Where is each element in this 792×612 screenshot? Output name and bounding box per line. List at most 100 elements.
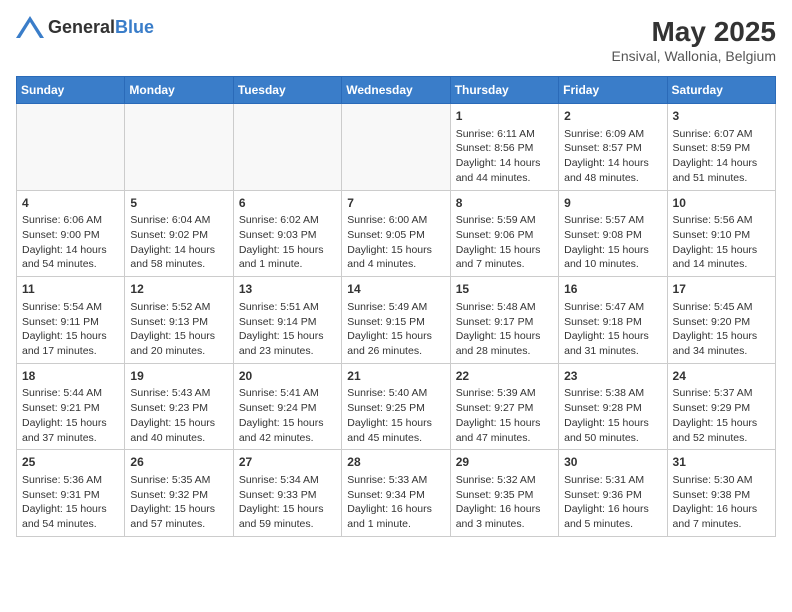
day-number: 18 <box>22 368 119 385</box>
calendar-cell: 29Sunrise: 5:32 AM Sunset: 9:35 PM Dayli… <box>450 450 558 537</box>
day-info: Sunrise: 5:57 AM Sunset: 9:08 PM Dayligh… <box>564 213 661 272</box>
day-of-week-header: Monday <box>125 77 233 104</box>
day-number: 12 <box>130 281 227 298</box>
day-number: 20 <box>239 368 336 385</box>
calendar-cell: 21Sunrise: 5:40 AM Sunset: 9:25 PM Dayli… <box>342 363 450 450</box>
page-header: GeneralBlue May 2025 Ensival, Wallonia, … <box>16 16 776 64</box>
day-info: Sunrise: 5:52 AM Sunset: 9:13 PM Dayligh… <box>130 300 227 359</box>
day-info: Sunrise: 5:44 AM Sunset: 9:21 PM Dayligh… <box>22 386 119 445</box>
day-number: 13 <box>239 281 336 298</box>
calendar-cell: 17 Sunrise: 5:45 AM Sunset: 9:20 PM Dayli… <box>667 277 775 364</box>
day-info: Sunrise: 6:00 AM Sunset: 9:05 PM Dayligh… <box>347 213 444 272</box>
day-info: Sunrise: 6:07 AM Sunset: 8:59 PM Dayligh… <box>673 127 770 186</box>
day-of-week-header: Friday <box>559 77 667 104</box>
day-number: 1 <box>456 108 553 125</box>
day-info: Sunrise: 6:02 AM Sunset: 9:03 PM Dayligh… <box>239 213 336 272</box>
calendar-week-row: 25Sunrise: 5:36 AM Sunset: 9:31 PM Dayli… <box>17 450 776 537</box>
day-info: Sunrise: 5:51 AM Sunset: 9:14 PM Dayligh… <box>239 300 336 359</box>
calendar-cell: 26 Sunrise: 5:35 AM Sunset: 9:32 PM Dayli… <box>125 450 233 537</box>
day-number: 30 <box>564 454 661 471</box>
day-info: Sunrise: 5:36 AM Sunset: 9:31 PM Dayligh… <box>22 473 119 532</box>
calendar-week-row: 18Sunrise: 5:44 AM Sunset: 9:21 PM Dayli… <box>17 363 776 450</box>
calendar-cell: 16 Sunrise: 5:47 AM Sunset: 9:18 PM Dayli… <box>559 277 667 364</box>
calendar-cell: 14Sunrise: 5:49 AM Sunset: 9:15 PM Dayli… <box>342 277 450 364</box>
day-info: Sunrise: 5:30 AM Sunset: 9:38 PM Dayligh… <box>673 473 770 532</box>
day-number: 14 <box>347 281 444 298</box>
calendar-cell: 19Sunrise: 5:43 AM Sunset: 9:23 PM Dayli… <box>125 363 233 450</box>
day-info: Sunrise: 6:06 AM Sunset: 9:00 PM Dayligh… <box>22 213 119 272</box>
day-info: Sunrise: 5:47 AM Sunset: 9:18 PM Dayligh… <box>564 300 661 359</box>
day-info: Sunrise: 5:59 AM Sunset: 9:06 PM Dayligh… <box>456 213 553 272</box>
day-number: 26 <box>130 454 227 471</box>
day-number: 10 <box>673 195 770 212</box>
calendar-body: 1 Sunrise: 6:11 AM Sunset: 8:56 PM Daylig… <box>17 104 776 537</box>
calendar-cell: 23Sunrise: 5:38 AM Sunset: 9:28 PM Dayli… <box>559 363 667 450</box>
day-number: 17 <box>673 281 770 298</box>
calendar-cell <box>233 104 341 191</box>
day-number: 27 <box>239 454 336 471</box>
day-number: 28 <box>347 454 444 471</box>
day-number: 8 <box>456 195 553 212</box>
day-info: Sunrise: 5:31 AM Sunset: 9:36 PM Dayligh… <box>564 473 661 532</box>
day-number: 3 <box>673 108 770 125</box>
logo: GeneralBlue <box>16 16 154 38</box>
calendar-cell: 24Sunrise: 5:37 AM Sunset: 9:29 PM Dayli… <box>667 363 775 450</box>
calendar-cell: 7Sunrise: 6:00 AM Sunset: 9:05 PM Daylig… <box>342 190 450 277</box>
calendar-cell <box>125 104 233 191</box>
calendar-cell: 31 Sunrise: 5:30 AM Sunset: 9:38 PM Dayli… <box>667 450 775 537</box>
calendar-cell: 27 Sunrise: 5:34 AM Sunset: 9:33 PM Dayli… <box>233 450 341 537</box>
calendar-cell: 28Sunrise: 5:33 AM Sunset: 9:34 PM Dayli… <box>342 450 450 537</box>
calendar-week-row: 11 Sunrise: 5:54 AM Sunset: 9:11 PM Dayli… <box>17 277 776 364</box>
calendar-cell: 9Sunrise: 5:57 AM Sunset: 9:08 PM Daylig… <box>559 190 667 277</box>
day-number: 7 <box>347 195 444 212</box>
day-number: 16 <box>564 281 661 298</box>
day-info: Sunrise: 5:41 AM Sunset: 9:24 PM Dayligh… <box>239 386 336 445</box>
day-number: 23 <box>564 368 661 385</box>
day-of-week-header: Wednesday <box>342 77 450 104</box>
day-number: 2 <box>564 108 661 125</box>
day-of-week-header: Saturday <box>667 77 775 104</box>
calendar-week-row: 4Sunrise: 6:06 AM Sunset: 9:00 PM Daylig… <box>17 190 776 277</box>
day-info: Sunrise: 5:43 AM Sunset: 9:23 PM Dayligh… <box>130 386 227 445</box>
calendar-week-row: 1 Sunrise: 6:11 AM Sunset: 8:56 PM Daylig… <box>17 104 776 191</box>
day-of-week-header: Thursday <box>450 77 558 104</box>
location-subtitle: Ensival, Wallonia, Belgium <box>612 48 776 64</box>
day-info: Sunrise: 5:34 AM Sunset: 9:33 PM Dayligh… <box>239 473 336 532</box>
logo-icon <box>16 16 44 38</box>
day-info: Sunrise: 5:54 AM Sunset: 9:11 PM Dayligh… <box>22 300 119 359</box>
month-year-title: May 2025 <box>612 16 776 48</box>
days-of-week-row: SundayMondayTuesdayWednesdayThursdayFrid… <box>17 77 776 104</box>
day-number: 19 <box>130 368 227 385</box>
calendar-cell: 18Sunrise: 5:44 AM Sunset: 9:21 PM Dayli… <box>17 363 125 450</box>
day-number: 15 <box>456 281 553 298</box>
calendar-cell <box>17 104 125 191</box>
calendar-cell: 13 Sunrise: 5:51 AM Sunset: 9:14 PM Dayli… <box>233 277 341 364</box>
title-block: May 2025 Ensival, Wallonia, Belgium <box>612 16 776 64</box>
day-number: 31 <box>673 454 770 471</box>
day-number: 21 <box>347 368 444 385</box>
calendar-cell: 4Sunrise: 6:06 AM Sunset: 9:00 PM Daylig… <box>17 190 125 277</box>
day-info: Sunrise: 5:39 AM Sunset: 9:27 PM Dayligh… <box>456 386 553 445</box>
day-of-week-header: Sunday <box>17 77 125 104</box>
calendar-table: SundayMondayTuesdayWednesdayThursdayFrid… <box>16 76 776 537</box>
day-number: 6 <box>239 195 336 212</box>
day-info: Sunrise: 5:38 AM Sunset: 9:28 PM Dayligh… <box>564 386 661 445</box>
day-number: 22 <box>456 368 553 385</box>
calendar-cell: 8Sunrise: 5:59 AM Sunset: 9:06 PM Daylig… <box>450 190 558 277</box>
day-info: Sunrise: 5:48 AM Sunset: 9:17 PM Dayligh… <box>456 300 553 359</box>
calendar-cell: 2 Sunrise: 6:09 AM Sunset: 8:57 PM Daylig… <box>559 104 667 191</box>
day-info: Sunrise: 5:35 AM Sunset: 9:32 PM Dayligh… <box>130 473 227 532</box>
calendar-cell: 25Sunrise: 5:36 AM Sunset: 9:31 PM Dayli… <box>17 450 125 537</box>
day-info: Sunrise: 6:09 AM Sunset: 8:57 PM Dayligh… <box>564 127 661 186</box>
calendar-cell: 30 Sunrise: 5:31 AM Sunset: 9:36 PM Dayli… <box>559 450 667 537</box>
day-info: Sunrise: 6:11 AM Sunset: 8:56 PM Dayligh… <box>456 127 553 186</box>
calendar-cell: 12 Sunrise: 5:52 AM Sunset: 9:13 PM Dayli… <box>125 277 233 364</box>
day-of-week-header: Tuesday <box>233 77 341 104</box>
day-info: Sunrise: 5:37 AM Sunset: 9:29 PM Dayligh… <box>673 386 770 445</box>
calendar-cell: 10Sunrise: 5:56 AM Sunset: 9:10 PM Dayli… <box>667 190 775 277</box>
day-number: 11 <box>22 281 119 298</box>
day-number: 29 <box>456 454 553 471</box>
calendar-cell: 15 Sunrise: 5:48 AM Sunset: 9:17 PM Dayli… <box>450 277 558 364</box>
calendar-cell: 1 Sunrise: 6:11 AM Sunset: 8:56 PM Daylig… <box>450 104 558 191</box>
day-info: Sunrise: 5:45 AM Sunset: 9:20 PM Dayligh… <box>673 300 770 359</box>
